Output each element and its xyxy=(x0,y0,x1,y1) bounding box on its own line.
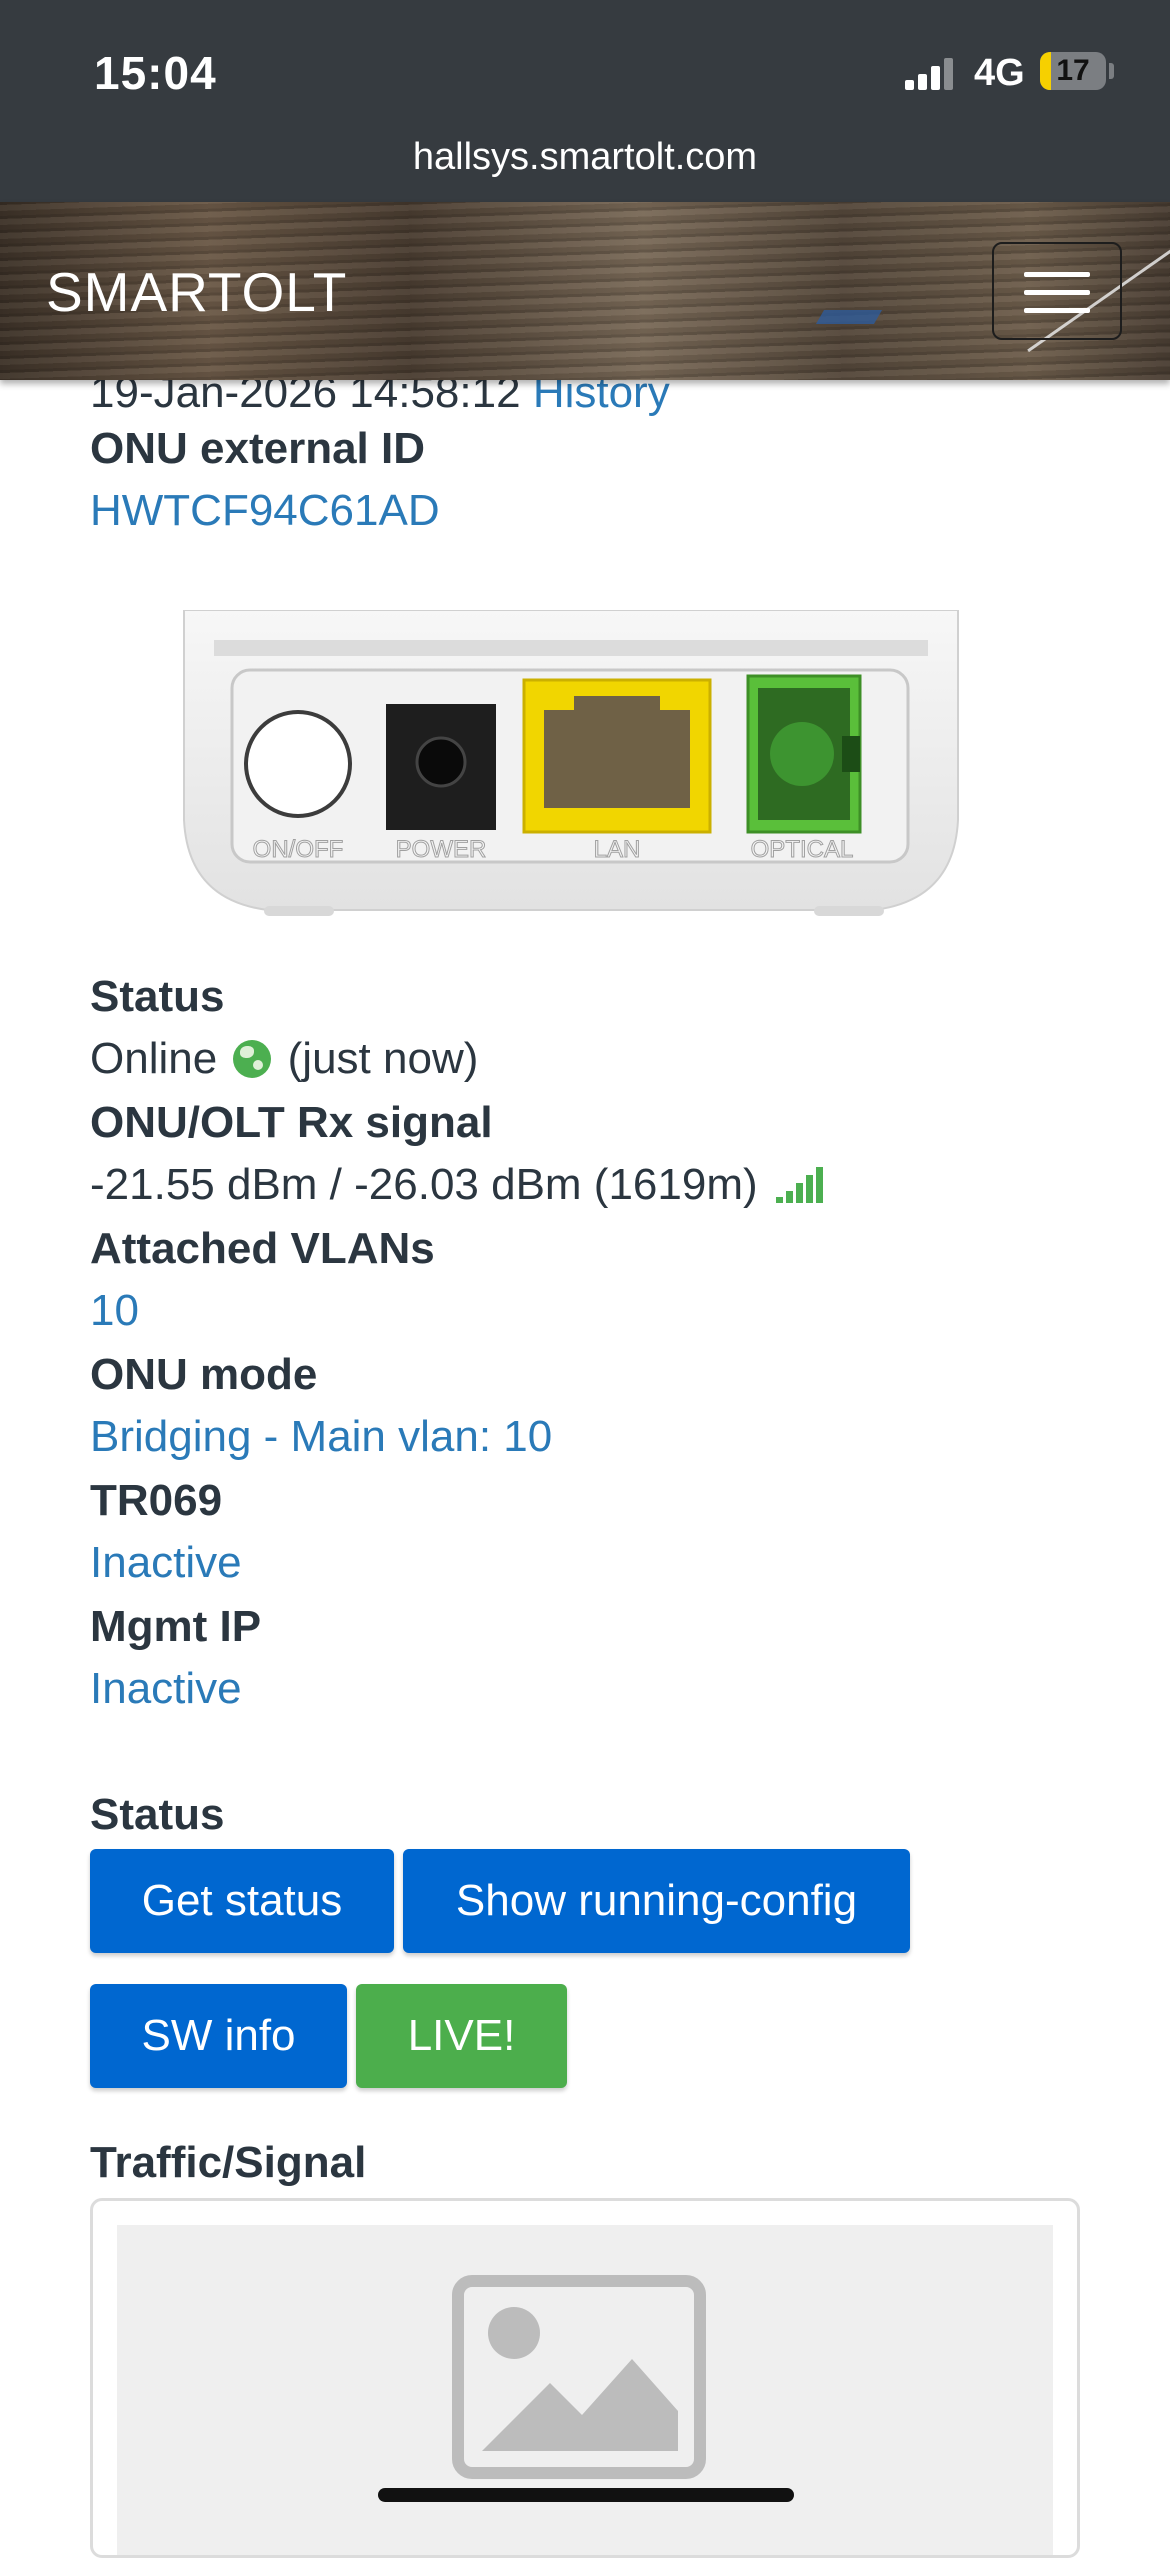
traffic-graph-area xyxy=(117,2225,1053,2555)
actions-section-label: Status xyxy=(90,1790,225,1839)
sw-info-button[interactable]: SW info xyxy=(90,1984,347,2088)
port-label-power: POWER xyxy=(396,836,487,863)
cellular-signal-icon xyxy=(905,58,955,90)
home-indicator[interactable] xyxy=(378,2488,794,2502)
status-bar: 15:04 4G 17 hallsys.smartolt.com xyxy=(0,0,1170,202)
onu-device-image: ON/OFF POWER LAN OPTICAL xyxy=(183,610,959,916)
tr069-label: TR069 xyxy=(90,1476,223,1525)
rx-signal-label: ONU/OLT Rx signal xyxy=(90,1098,493,1147)
port-label-lan: LAN xyxy=(594,836,641,863)
onu-mode-label: ONU mode xyxy=(90,1350,318,1399)
battery-cap xyxy=(1109,63,1114,79)
vlans-label: Attached VLANs xyxy=(90,1224,435,1273)
status-label: Status xyxy=(90,972,225,1021)
signal-strength-icon xyxy=(775,1167,826,1203)
status-row: Online (just now) xyxy=(90,1034,478,1084)
rx-signal-row: -21.55 dBm / -26.03 dBm (1619m) xyxy=(90,1160,826,1210)
traffic-signal-label: Traffic/Signal xyxy=(90,2138,367,2187)
battery-icon: 17 xyxy=(1040,52,1106,90)
address-bar[interactable]: hallsys.smartolt.com xyxy=(0,136,1170,179)
show-running-config-button[interactable]: Show running-config xyxy=(403,1849,910,1953)
status-value: Online xyxy=(90,1034,218,1083)
vlans-link[interactable]: 10 xyxy=(90,1286,139,1336)
network-type: 4G xyxy=(974,52,1025,94)
status-time: (just now) xyxy=(287,1034,479,1083)
mgmt-ip-link[interactable]: Inactive xyxy=(90,1664,242,1714)
image-placeholder-icon xyxy=(452,2275,706,2479)
mgmt-ip-label: Mgmt IP xyxy=(90,1602,262,1651)
rx-signal-value: -21.55 dBm / -26.03 dBm (1619m) xyxy=(90,1160,758,1209)
external-id-link[interactable]: HWTCF94C61AD xyxy=(90,486,440,536)
external-id-label: ONU external ID xyxy=(90,424,425,473)
traffic-signal-panel xyxy=(90,2198,1080,2558)
brand-logo[interactable]: SMARTOLT xyxy=(46,260,347,324)
port-label-optical: OPTICAL xyxy=(751,836,854,863)
battery-percent: 17 xyxy=(1056,54,1090,87)
navbar: SMARTOLT xyxy=(0,202,1170,380)
clock: 15:04 xyxy=(94,47,217,99)
tr069-link[interactable]: Inactive xyxy=(90,1538,242,1588)
hamburger-menu-icon[interactable] xyxy=(992,242,1122,340)
port-label-onoff: ON/OFF xyxy=(253,836,344,863)
globe-icon xyxy=(233,1040,272,1078)
get-status-button[interactable]: Get status xyxy=(90,1849,394,1953)
navbar-texture xyxy=(815,310,883,324)
onu-mode-link[interactable]: Bridging - Main vlan: 10 xyxy=(90,1412,552,1462)
live-button[interactable]: LIVE! xyxy=(356,1984,567,2088)
